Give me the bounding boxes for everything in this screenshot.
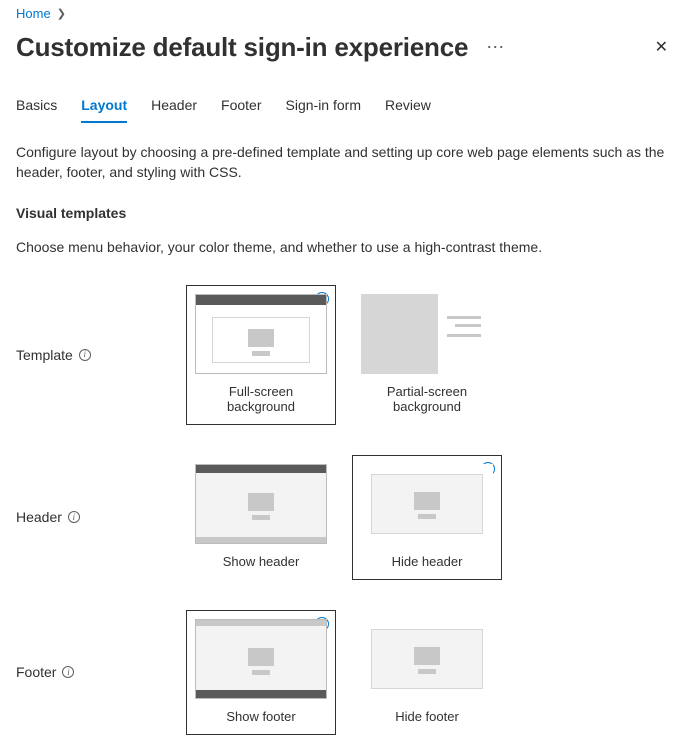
chevron-right-icon: ❯ — [57, 7, 66, 20]
info-icon[interactable]: i — [62, 666, 74, 678]
more-icon[interactable]: ⋯ — [482, 34, 509, 60]
tab-review[interactable]: Review — [385, 97, 431, 123]
tab-signin-form[interactable]: Sign-in form — [286, 97, 361, 123]
footer-option-show[interactable]: Show footer — [186, 610, 336, 735]
field-label-template-text: Template — [16, 347, 73, 363]
tab-bar: Basics Layout Header Footer Sign-in form… — [16, 97, 674, 124]
field-label-header-text: Header — [16, 509, 62, 525]
tab-footer[interactable]: Footer — [221, 97, 261, 123]
field-row-header: Header i Show header Hide — [16, 455, 674, 580]
intro-text: Configure layout by choosing a pre-defin… — [16, 142, 674, 183]
template-option-full-screen[interactable]: Full-screen background — [186, 285, 336, 425]
info-icon[interactable]: i — [68, 511, 80, 523]
breadcrumb: Home ❯ — [16, 0, 674, 25]
template-option-partial-screen-label: Partial-screen background — [361, 384, 493, 414]
header-option-show[interactable]: Show header — [186, 455, 336, 580]
thumbnail-hide-footer-icon — [361, 619, 493, 699]
field-row-footer: Footer i Show footer Hide — [16, 610, 674, 735]
thumbnail-show-footer-icon — [195, 619, 327, 699]
field-label-footer-text: Footer — [16, 664, 56, 680]
tab-layout[interactable]: Layout — [81, 97, 127, 123]
tab-basics[interactable]: Basics — [16, 97, 57, 123]
tab-header[interactable]: Header — [151, 97, 197, 123]
footer-option-hide-label: Hide footer — [361, 709, 493, 724]
thumbnail-full-screen-icon — [195, 294, 327, 374]
section-help-text: Choose menu behavior, your color theme, … — [16, 239, 674, 255]
info-icon[interactable]: i — [79, 349, 91, 361]
header-option-show-label: Show header — [195, 554, 327, 569]
template-option-full-screen-label: Full-screen background — [195, 384, 327, 414]
template-option-partial-screen[interactable]: Partial-screen background — [352, 285, 502, 425]
header-option-hide[interactable]: Hide header — [352, 455, 502, 580]
field-label-footer: Footer i — [16, 664, 186, 680]
section-heading-visual-templates: Visual templates — [16, 205, 674, 221]
field-row-template: Template i Full-screen background — [16, 285, 674, 425]
title-row: Customize default sign-in experience ⋯ ✕ — [16, 31, 674, 63]
field-label-template: Template i — [16, 347, 186, 363]
thumbnail-show-header-icon — [195, 464, 327, 544]
header-option-hide-label: Hide header — [361, 554, 493, 569]
footer-option-hide[interactable]: Hide footer — [352, 610, 502, 735]
close-icon[interactable]: ✕ — [649, 31, 674, 63]
thumbnail-partial-screen-icon — [361, 294, 493, 374]
breadcrumb-home-link[interactable]: Home — [16, 6, 51, 21]
field-label-header: Header i — [16, 509, 186, 525]
thumbnail-hide-header-icon — [361, 464, 493, 544]
footer-option-show-label: Show footer — [195, 709, 327, 724]
page-title: Customize default sign-in experience — [16, 32, 468, 63]
